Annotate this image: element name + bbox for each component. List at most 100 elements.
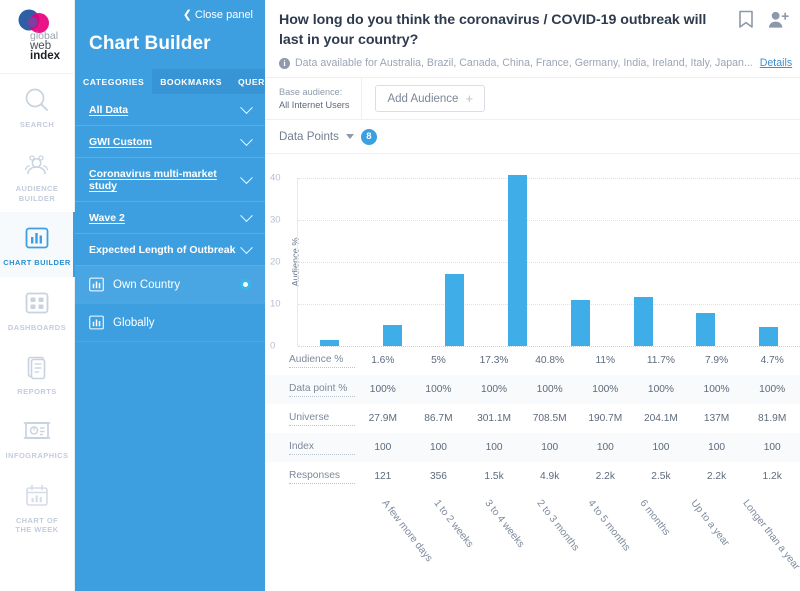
option-row-own-country[interactable]: Own Country xyxy=(75,266,265,304)
data-availability: i Data available for Australia, Brazil, … xyxy=(279,57,792,77)
details-link[interactable]: Details xyxy=(760,57,792,69)
table-cell: 4.7% xyxy=(760,355,784,367)
sidebar-item-search[interactable]: SEARCH xyxy=(0,74,75,138)
table-row-label[interactable]: Index xyxy=(289,441,355,455)
x-label-slot: Longer than a year xyxy=(740,494,800,591)
close-panel-label: Close panel xyxy=(194,9,253,21)
bookmark-icon[interactable] xyxy=(738,10,754,29)
chevron-down-icon xyxy=(240,240,253,254)
sidebar-item-chart-builder[interactable]: CHART BUILDER xyxy=(0,212,76,277)
chevron-down-icon xyxy=(240,132,253,146)
add-audience-label: Add Audience xyxy=(387,92,459,105)
info-icon: i xyxy=(279,57,290,69)
sidebar-item-label: SEARCH xyxy=(19,120,55,129)
bar[interactable] xyxy=(319,339,339,347)
x-axis-tick-label: A few more days xyxy=(379,498,435,565)
sidebar-item-audience-builder[interactable]: AUDIENCE BUILDER xyxy=(0,138,75,212)
table-cell: 100% xyxy=(425,384,452,396)
category-row-coronavirus-study[interactable]: Coronavirus multi-market study xyxy=(75,158,265,202)
category-row-wave-2[interactable]: Wave 2 xyxy=(75,202,265,234)
sidebar-item-chart-of-the-week[interactable]: CHART OF THE WEEK xyxy=(0,470,75,544)
table-cell: 1.2k xyxy=(762,471,782,483)
table-row-label[interactable]: Universe xyxy=(289,412,355,426)
bar[interactable] xyxy=(382,325,402,347)
chart-builder-icon xyxy=(25,227,49,249)
table-cell: 17.3% xyxy=(479,355,509,367)
panel-tabs: CATEGORIES BOOKMARKS QUERIES xyxy=(75,69,280,94)
option-label: Globally xyxy=(113,316,155,329)
bar[interactable] xyxy=(445,273,465,347)
bar[interactable] xyxy=(508,174,528,347)
x-axis-labels: A few more days 1 to 2 weeks 3 to 4 weeks 2… xyxy=(379,494,800,591)
table-row-label[interactable]: Responses xyxy=(289,470,355,484)
sidebar-item-label: INFOGRAPHICS xyxy=(5,451,69,461)
tab-categories[interactable]: CATEGORIES xyxy=(75,69,153,94)
chevron-down-icon xyxy=(240,208,253,222)
table-cell: 190.7M xyxy=(588,413,623,425)
table-cell: 100% xyxy=(536,384,563,396)
bar[interactable] xyxy=(570,300,590,347)
dashboards-icon xyxy=(25,292,49,313)
close-panel-button[interactable]: ❮ Close panel xyxy=(75,0,265,21)
chevron-down-icon[interactable] xyxy=(345,134,354,140)
chart-and-table-zone: Audience % 0 10 20 30 40 Audience % 1.6% 5% 17.… xyxy=(265,154,800,591)
bar-slot xyxy=(737,178,800,347)
tab-bookmarks[interactable]: BOOKMARKS xyxy=(152,69,230,94)
chevron-down-icon xyxy=(240,100,253,114)
sidebar-item-reports[interactable]: REPORTS xyxy=(0,341,75,405)
sidebar-item-dashboards[interactable]: DASHBOARDS xyxy=(0,277,75,341)
table-cell: 100% xyxy=(703,384,730,396)
category-row-expected-length-of-outbreak[interactable]: Expected Length of Outbreak xyxy=(75,234,265,266)
option-row-globally[interactable]: Globally xyxy=(75,304,265,342)
page-title: How long do you think the coronavirus / … xyxy=(279,12,707,49)
logo-graphic: global web index xyxy=(10,8,64,65)
table-cell: 137M xyxy=(703,413,730,425)
table-row-cells: 121 356 1.5k 4.9k 2.2k 2.5k 2.2k 1.2k xyxy=(355,471,800,482)
category-row-gwi-custom[interactable]: GWI Custom xyxy=(75,126,265,158)
table-row-label[interactable]: Audience % xyxy=(289,354,355,368)
table-row-label[interactable]: Data point % xyxy=(289,383,355,397)
main-content: How long do you think the coronavirus / … xyxy=(265,0,800,591)
table-cell: 100 xyxy=(429,442,447,454)
sidebar-item-label: DASHBOARDS xyxy=(7,322,67,332)
table-cell: 100 xyxy=(541,442,559,454)
table-row: Responses 121 356 1.5k 4.9k 2.2k 2.5k 2.2k 1.2k xyxy=(265,462,800,491)
table-cell: 1.6% xyxy=(371,355,395,367)
app-root: global web index SEARCH AUDIENCE BUILDER… xyxy=(0,0,800,591)
reports-icon xyxy=(27,356,46,380)
sidebar-item-label: CHART BUILDER xyxy=(3,258,71,268)
gwi-logo[interactable]: global web index xyxy=(0,0,75,74)
x-label-slot: 3 to 4 weeks xyxy=(482,494,543,591)
sidebar-item-infographics[interactable]: INFOGRAPHICS xyxy=(0,405,75,469)
table-row: Data point % 100% 100% 100% 100% 100% 100% 100%… xyxy=(265,375,800,405)
sidebar-item-label: AUDIENCE BUILDER xyxy=(15,184,59,203)
add-audience-button[interactable]: Add Audience + xyxy=(375,85,486,113)
table-cell: 204.1M xyxy=(643,413,678,425)
x-label-slot: Up to a year xyxy=(688,494,749,591)
data-points-label[interactable]: Data Points xyxy=(279,130,339,143)
bar-chart-icon xyxy=(89,277,104,292)
data-table: Audience % 1.6% 5% 17.3% 40.8% 11% 11.7% 7.9% 4.… xyxy=(265,346,800,491)
svg-text:index: index xyxy=(30,50,61,60)
x-label-slot: 2 to 3 months xyxy=(534,494,595,591)
category-row-all-data[interactable]: All Data xyxy=(75,94,265,126)
infographics-icon xyxy=(23,422,51,440)
bar-slot xyxy=(424,178,487,347)
x-axis-tick-label: Longer than a year xyxy=(739,498,800,573)
category-label: Wave 2 xyxy=(89,212,125,224)
x-label-slot: 4 to 5 months xyxy=(585,494,646,591)
data-points-bar: Data Points 8 xyxy=(265,120,800,155)
plus-icon: + xyxy=(465,91,474,107)
bar[interactable] xyxy=(633,297,653,347)
bar[interactable] xyxy=(759,326,779,347)
sidebar-item-label: CHART OF THE WEEK xyxy=(15,515,59,534)
table-cell: 1.5k xyxy=(484,471,504,483)
base-audience: Base audience: All Internet Users xyxy=(279,77,363,121)
add-person-icon[interactable] xyxy=(768,10,789,29)
search-icon xyxy=(25,88,48,111)
bar[interactable] xyxy=(696,313,716,347)
table-cell: 100 xyxy=(763,442,781,454)
table-cell: 100 xyxy=(485,442,503,454)
table-cell: 100 xyxy=(652,442,670,454)
radio-selected-icon[interactable] xyxy=(240,279,251,290)
